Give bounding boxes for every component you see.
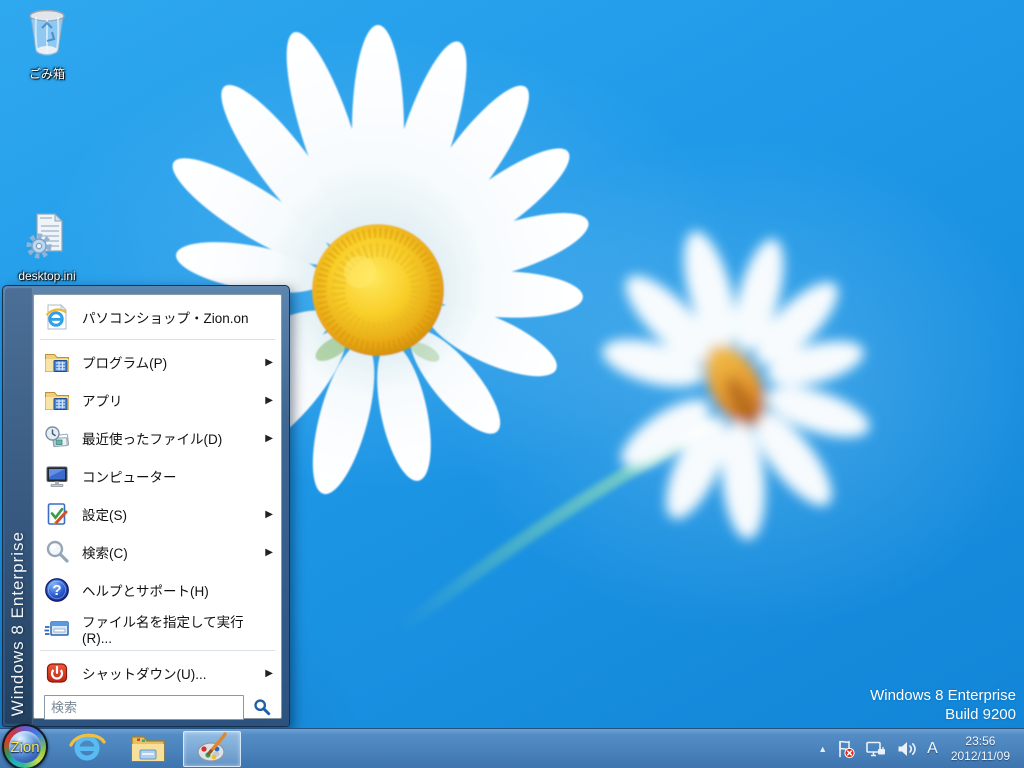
start-menu-sidebar: Windows 8 Enterprise bbox=[5, 288, 33, 724]
menu-item-computer[interactable]: コンピューター bbox=[34, 457, 281, 495]
menu-item-recent-files[interactable]: 最近使ったファイル(D) ▶ bbox=[34, 419, 281, 457]
build-watermark: Windows 8 Enterprise Build 9200 bbox=[870, 686, 1016, 724]
menu-item-label: コンピューター bbox=[82, 466, 177, 486]
search-go-icon[interactable] bbox=[251, 696, 273, 718]
menu-item-label: 最近使ったファイル(D) bbox=[82, 428, 222, 448]
menu-item-label: ファイル名を指定して実行(R)... bbox=[82, 611, 273, 646]
menu-separator bbox=[40, 339, 275, 340]
network-icon[interactable] bbox=[865, 739, 887, 759]
recycle-bin-label: ごみ箱 bbox=[29, 65, 65, 82]
taskbar-file-explorer-button[interactable] bbox=[122, 731, 174, 767]
watermark-edition: Windows 8 Enterprise bbox=[870, 686, 1016, 705]
system-tray: ▲ bbox=[818, 729, 1024, 768]
start-button-label: Zion bbox=[4, 726, 46, 768]
menu-item-label: アプリ bbox=[82, 390, 123, 410]
start-menu-search-row bbox=[34, 692, 281, 724]
watermark-build: Build 9200 bbox=[870, 705, 1016, 724]
menu-separator bbox=[40, 650, 275, 651]
ie-page-icon bbox=[44, 304, 70, 330]
menu-item-shutdown[interactable]: シャットダウン(U)... ▶ bbox=[34, 654, 281, 692]
start-menu-search-input[interactable] bbox=[44, 695, 244, 720]
paint-palette-icon bbox=[192, 731, 232, 768]
desktop-ini-label: desktop.ini bbox=[18, 269, 75, 283]
start-menu-panel: パソコンショップ・Zion.on プログラム(P) ▶ bbox=[33, 294, 282, 719]
submenu-arrow-icon: ▶ bbox=[265, 668, 273, 679]
recycle-bin-icon bbox=[24, 45, 70, 62]
start-menu: Windows 8 Enterprise パソコンショップ・Zion.on bbox=[2, 285, 290, 727]
recent-files-icon bbox=[44, 425, 70, 451]
desktop-ini-desktop-icon[interactable]: desktop.ini bbox=[8, 212, 86, 285]
tray-overflow-chevron-icon[interactable]: ▲ bbox=[818, 744, 827, 754]
computer-icon bbox=[44, 463, 70, 489]
apps-folder-icon bbox=[44, 387, 70, 413]
menu-item-apps[interactable]: アプリ ▶ bbox=[34, 381, 281, 419]
menu-item-label: パソコンショップ・Zion.on bbox=[82, 307, 249, 327]
menu-item-search[interactable]: 検索(C) ▶ bbox=[34, 533, 281, 571]
menu-item-programs[interactable]: プログラム(P) ▶ bbox=[34, 343, 281, 381]
menu-item-settings[interactable]: 設定(S) ▶ bbox=[34, 495, 281, 533]
taskbar-clock[interactable]: 23:56 2012/11/09 bbox=[951, 734, 1010, 764]
menu-item-label: シャットダウン(U)... bbox=[82, 663, 207, 683]
internet-explorer-icon bbox=[67, 730, 107, 768]
menu-item-run[interactable]: ファイル名を指定して実行(R)... bbox=[34, 609, 281, 647]
search-magnifier-icon bbox=[44, 539, 70, 565]
clock-time: 23:56 bbox=[951, 734, 1010, 749]
taskbar-internet-explorer-button[interactable] bbox=[62, 731, 112, 767]
volume-speaker-icon[interactable] bbox=[896, 739, 918, 759]
shutdown-icon bbox=[44, 660, 70, 686]
start-button[interactable]: Zion bbox=[2, 724, 48, 768]
menu-item-label: ヘルプとサポート(H) bbox=[82, 580, 209, 600]
menu-item-help[interactable]: ? ヘルプとサポート(H) bbox=[34, 571, 281, 609]
ime-language-indicator[interactable]: A bbox=[927, 740, 938, 758]
submenu-arrow-icon: ▶ bbox=[265, 357, 273, 368]
submenu-arrow-icon: ▶ bbox=[265, 547, 273, 558]
svg-text:?: ? bbox=[52, 582, 61, 599]
menu-item-label: プログラム(P) bbox=[82, 352, 167, 372]
menu-item-label: 検索(C) bbox=[82, 542, 128, 562]
run-icon bbox=[44, 615, 70, 641]
menu-item-label: 設定(S) bbox=[82, 504, 127, 524]
recycle-bin-desktop-icon[interactable]: ごみ箱 bbox=[8, 8, 86, 83]
taskbar: Zion bbox=[0, 728, 1024, 768]
taskbar-paint-button[interactable] bbox=[183, 731, 241, 767]
start-menu-sidebar-text: Windows 8 Enterprise bbox=[8, 531, 28, 716]
action-center-flag-icon[interactable] bbox=[836, 739, 856, 759]
help-icon: ? bbox=[44, 577, 70, 603]
menu-item-pinned-ie-link[interactable]: パソコンショップ・Zion.on bbox=[34, 298, 281, 336]
clock-date: 2012/11/09 bbox=[951, 749, 1010, 764]
submenu-arrow-icon: ▶ bbox=[265, 433, 273, 444]
submenu-arrow-icon: ▶ bbox=[265, 509, 273, 520]
file-explorer-icon bbox=[129, 731, 167, 768]
programs-folder-icon bbox=[44, 349, 70, 375]
settings-icon bbox=[44, 501, 70, 527]
desktop: ごみ箱 desktop.ini Windows 8 Enterprise Bui… bbox=[0, 0, 1024, 768]
submenu-arrow-icon: ▶ bbox=[265, 395, 273, 406]
ini-file-icon bbox=[24, 249, 70, 266]
